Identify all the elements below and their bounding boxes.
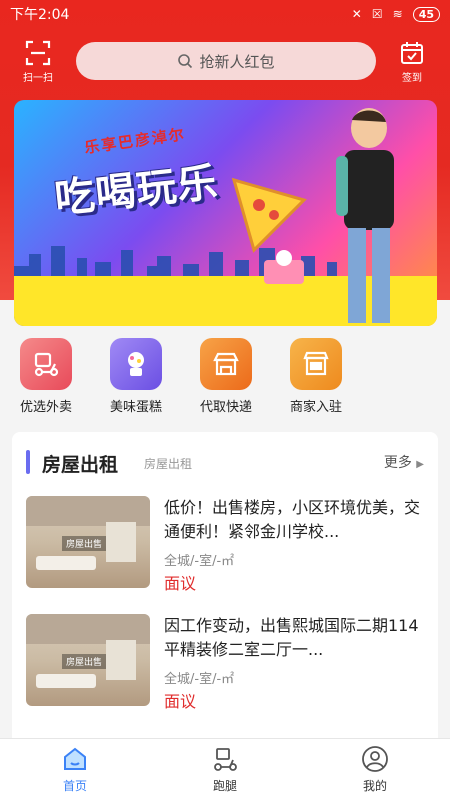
- banner-subtitle: 乐享巴彦淖尔: [83, 124, 187, 158]
- listing-thumbnail: 房屋出售: [26, 496, 150, 588]
- quick-link-merchant[interactable]: 商家入驻: [276, 338, 356, 415]
- thumbnail-tag: 房屋出售: [62, 536, 107, 551]
- top-bar: 扫一扫 抢新人红包 签到: [0, 36, 450, 88]
- scooter-icon: [20, 338, 72, 390]
- cake-icon: [110, 338, 162, 390]
- listing-item[interactable]: 房屋出售 因工作变动，出售熙城国际二期114平精装修二室二厅一... 全城/-室…: [26, 614, 424, 714]
- sim-icon: ☒: [371, 7, 383, 21]
- sign-in-label: 签到: [402, 73, 422, 84]
- more-label: 更多: [383, 455, 412, 471]
- listing-item[interactable]: 房屋出售 低价！出售楼房，小区环境优美，交通便利！紧邻金川学校... 全城/-室…: [26, 496, 424, 596]
- section-accent-bar: [26, 450, 30, 474]
- listing-meta: 全城/-室/-㎡: [164, 554, 235, 569]
- search-icon: [178, 54, 193, 69]
- banner-headline: 吃喝玩乐: [52, 159, 221, 223]
- quick-links: 优选外卖 美味蛋糕 代取快递 商家入驻: [0, 338, 450, 418]
- bottom-tab-bar: 首页 跑腿 我的: [0, 738, 450, 800]
- scan-icon: [25, 40, 51, 66]
- quick-link-label: 优选外卖: [19, 400, 72, 415]
- shop-counter-icon: [290, 338, 342, 390]
- tab-home[interactable]: 首页: [35, 745, 115, 794]
- sign-in-button[interactable]: 签到: [392, 40, 432, 84]
- listing-price: 面议: [164, 574, 197, 593]
- section-title: 房屋出租: [42, 454, 119, 476]
- listing-thumbnail: 房屋出售: [26, 614, 150, 706]
- quick-link-label: 代取快递: [199, 400, 252, 415]
- section-header: 房屋出租 房屋出租 更多 ▶: [26, 448, 424, 476]
- tab-label: 首页: [62, 779, 87, 793]
- quick-link-takeout[interactable]: 优选外卖: [6, 338, 86, 415]
- triangle-right-icon: ▶: [416, 459, 424, 470]
- errand-scooter-icon: [214, 748, 237, 771]
- status-time: 下午2:04: [10, 7, 70, 23]
- store-icon: [200, 338, 252, 390]
- calendar-check-icon: [401, 42, 423, 64]
- tab-label: 我的: [362, 779, 387, 793]
- scan-label: 扫一扫: [23, 73, 53, 84]
- thumbnail-tag: 房屋出售: [62, 654, 107, 669]
- person-illustration: [336, 108, 394, 323]
- search-placeholder: 抢新人红包: [199, 52, 275, 71]
- mute-icon: ✕: [351, 7, 362, 21]
- status-bar: 下午2:04 ✕ ☒ ≋ 45: [0, 0, 450, 28]
- battery-indicator: 45: [412, 6, 440, 22]
- house-rental-section: 房屋出租 房屋出租 更多 ▶ 房屋出售 低价！出售楼房，小区环境优美，交通便利！…: [12, 432, 438, 752]
- tab-label: 跑腿: [212, 779, 237, 793]
- user-icon: [362, 746, 388, 772]
- section-subtitle: 房屋出租: [144, 457, 193, 471]
- tab-errand[interactable]: 跑腿: [185, 745, 265, 794]
- quick-link-label: 商家入驻: [289, 400, 342, 415]
- scan-button[interactable]: 扫一扫: [18, 40, 58, 84]
- tab-mine[interactable]: 我的: [335, 745, 415, 794]
- listing-meta: 全城/-室/-㎡: [164, 672, 235, 687]
- listing-title: 因工作变动，出售熙城国际二期114平精装修二室二厅一...: [164, 616, 419, 659]
- quick-link-express[interactable]: 代取快递: [186, 338, 266, 415]
- listing-title: 低价！出售楼房，小区环境优美，交通便利！紧邻金川学校...: [164, 498, 421, 541]
- more-link[interactable]: 更多 ▶: [384, 452, 424, 472]
- quick-link-label: 美味蛋糕: [109, 400, 162, 415]
- listing-price: 面议: [164, 692, 197, 711]
- wifi-icon: ≋: [392, 7, 403, 21]
- promo-banner[interactable]: 乐享巴彦淖尔 吃喝玩乐: [14, 100, 437, 326]
- home-icon: [64, 747, 86, 770]
- search-bar[interactable]: 抢新人红包: [76, 42, 376, 80]
- quick-link-cake[interactable]: 美味蛋糕: [96, 338, 176, 415]
